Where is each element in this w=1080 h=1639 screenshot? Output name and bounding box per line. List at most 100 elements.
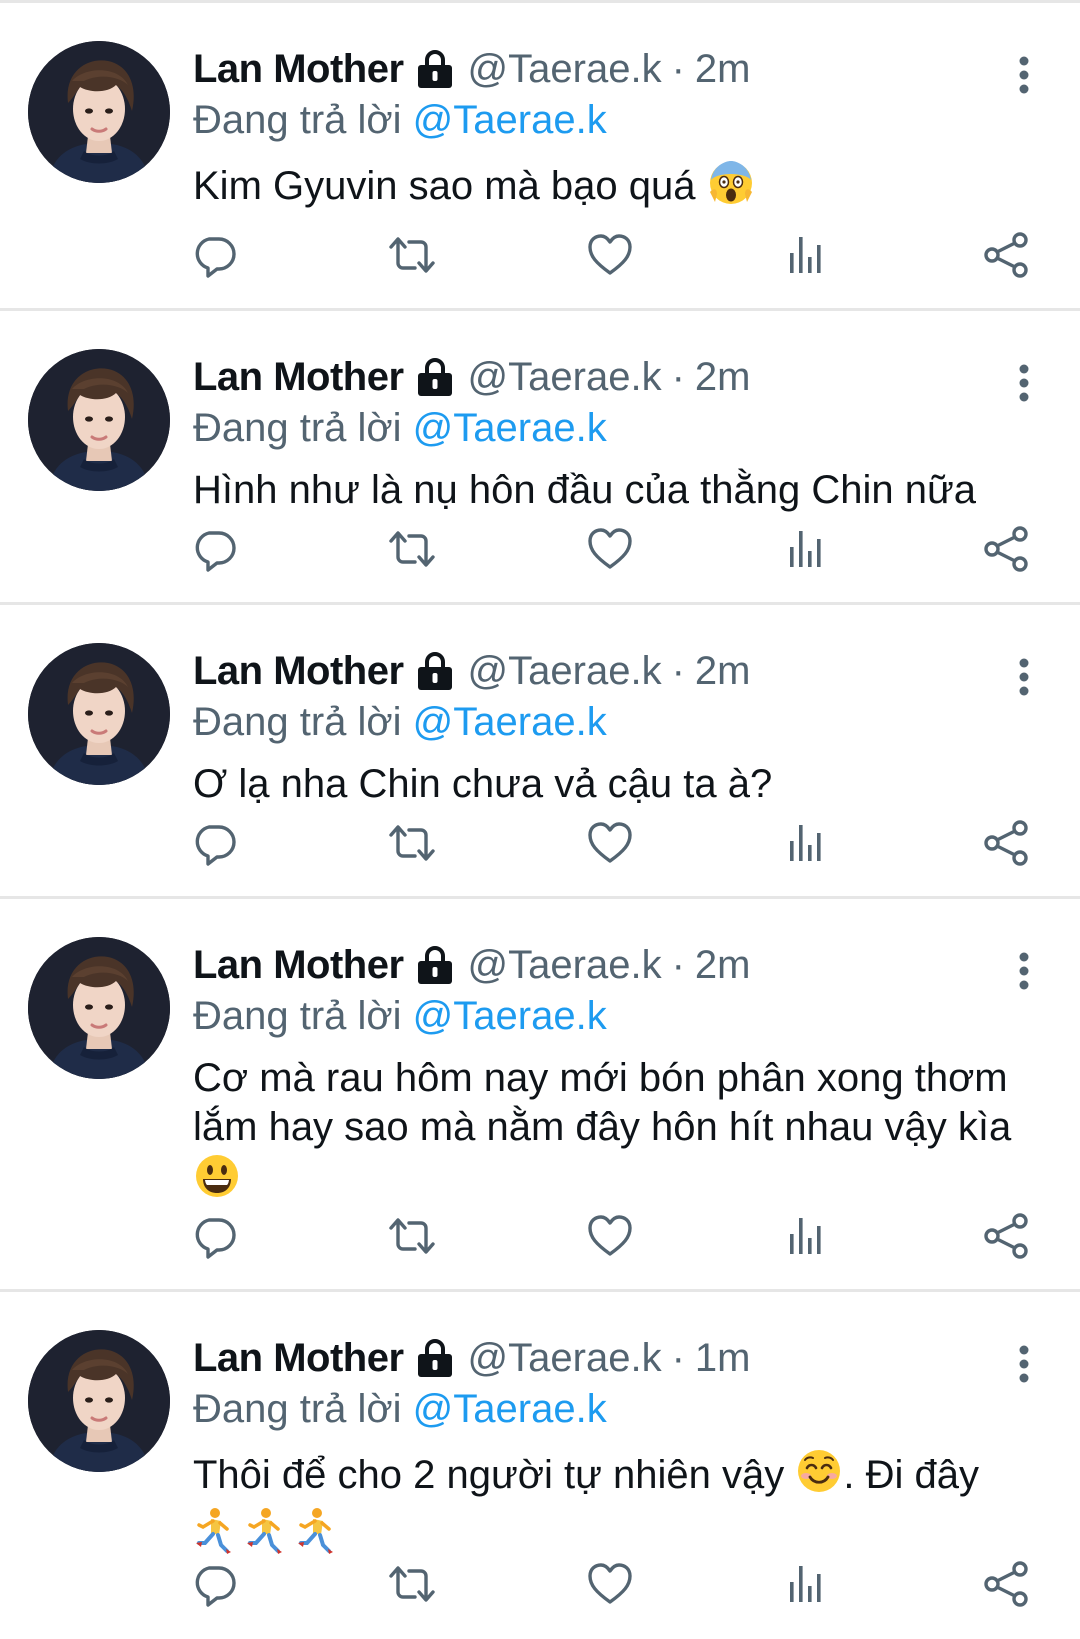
reply-icon[interactable] xyxy=(190,525,238,573)
person-running-emoji xyxy=(193,1507,233,1567)
tweet[interactable]: Lan Mother @Taerae.k · 2m Đang trả lời @… xyxy=(0,899,1080,1292)
tweet-actions xyxy=(190,525,1030,573)
tweet-text-content: Ơ lạ nha Chin chưa vả cậu ta à? xyxy=(193,762,773,806)
user-handle[interactable]: @Taerae.k xyxy=(468,939,662,991)
avatar[interactable] xyxy=(28,41,170,183)
retweet-icon[interactable] xyxy=(388,525,436,573)
retweet-icon[interactable] xyxy=(388,231,436,279)
heart-icon[interactable] xyxy=(586,1212,634,1260)
tweet-body: Lan Mother @Taerae.k · 2m Đang trả lời @… xyxy=(193,351,1020,515)
tweet-text-after: . Đi đây xyxy=(843,1453,979,1497)
more-vertical-icon[interactable] xyxy=(1018,1344,1030,1384)
tweet-header: Lan Mother @Taerae.k · 2m xyxy=(193,645,1020,697)
reply-mention-link[interactable]: @Taerae.k xyxy=(413,994,607,1038)
share-icon[interactable] xyxy=(982,819,1030,867)
avatar[interactable] xyxy=(28,643,170,785)
more-vertical-icon[interactable] xyxy=(1018,363,1030,403)
tweet-actions xyxy=(190,1212,1030,1260)
tweet-actions xyxy=(190,231,1030,279)
display-name[interactable]: Lan Mother xyxy=(193,645,404,697)
analytics-icon[interactable] xyxy=(784,231,832,279)
tweet-body: Lan Mother @Taerae.k · 2m Đang trả lời @… xyxy=(193,43,1020,218)
retweet-icon[interactable] xyxy=(388,1560,436,1608)
tweet[interactable]: Lan Mother @Taerae.k · 2m Đang trả lời @… xyxy=(0,311,1080,605)
tweet-text: Cơ mà rau hôm nay mới bón phân xong thơm… xyxy=(193,1054,1053,1212)
lock-icon xyxy=(416,945,454,985)
tweet-header: Lan Mother @Taerae.k · 2m xyxy=(193,351,1020,403)
timestamp[interactable]: 2m xyxy=(695,351,751,403)
reply-icon[interactable] xyxy=(190,1560,238,1608)
reply-prefix: Đang trả lời xyxy=(193,406,402,450)
tweet-text: Thôi để cho 2 người tự nhiên vậy . Đi đâ… xyxy=(193,1447,1053,1567)
analytics-icon[interactable] xyxy=(784,1212,832,1260)
replying-to: Đang trả lời @Taerae.k xyxy=(193,403,1020,453)
tweet-text: Ơ lạ nha Chin chưa vả cậu ta à? xyxy=(193,760,1053,809)
tweet-text-before: Thôi để cho 2 người tự nhiên vậy xyxy=(193,1453,785,1497)
tweet-body: Lan Mother @Taerae.k · 1m Đang trả lời @… xyxy=(193,1332,1020,1567)
share-icon[interactable] xyxy=(982,231,1030,279)
separator: · xyxy=(671,649,685,693)
tweet-text-content: Kim Gyuvin sao mà bạo quá xyxy=(193,164,696,208)
display-name[interactable]: Lan Mother xyxy=(193,43,404,95)
replying-to: Đang trả lời @Taerae.k xyxy=(193,95,1020,145)
heart-icon[interactable] xyxy=(586,525,634,573)
tweet-body: Lan Mother @Taerae.k · 2m Đang trả lời @… xyxy=(193,645,1020,809)
retweet-icon[interactable] xyxy=(388,1212,436,1260)
person-running-emoji xyxy=(295,1507,335,1567)
avatar[interactable] xyxy=(28,937,170,1079)
tweet-text: Hình như là nụ hôn đầu của thằng Chin nữ… xyxy=(193,466,1053,515)
share-icon[interactable] xyxy=(982,1560,1030,1608)
reply-prefix: Đang trả lời xyxy=(193,98,402,142)
tweet-header: Lan Mother @Taerae.k · 2m xyxy=(193,939,1020,991)
reply-prefix: Đang trả lời xyxy=(193,1387,402,1431)
lock-icon xyxy=(416,49,454,89)
timestamp[interactable]: 1m xyxy=(695,1332,751,1384)
tweet[interactable]: Lan Mother @Taerae.k · 2m Đang trả lời @… xyxy=(0,605,1080,899)
heart-icon[interactable] xyxy=(586,231,634,279)
reply-icon[interactable] xyxy=(190,1212,238,1260)
timeline: Lan Mother @Taerae.k · 2m Đang trả lời @… xyxy=(0,0,1080,1639)
reply-mention-link[interactable]: @Taerae.k xyxy=(413,700,607,744)
heart-icon[interactable] xyxy=(586,1560,634,1608)
more-vertical-icon[interactable] xyxy=(1018,951,1030,991)
reply-mention-link[interactable]: @Taerae.k xyxy=(413,1387,607,1431)
lock-icon xyxy=(416,651,454,691)
reply-mention-link[interactable]: @Taerae.k xyxy=(413,98,607,142)
more-vertical-icon[interactable] xyxy=(1018,55,1030,95)
grinning-face-emoji xyxy=(193,1152,241,1212)
timestamp[interactable]: 2m xyxy=(695,939,751,991)
heart-icon[interactable] xyxy=(586,819,634,867)
reply-mention-link[interactable]: @Taerae.k xyxy=(413,406,607,450)
user-handle[interactable]: @Taerae.k xyxy=(468,645,662,697)
avatar[interactable] xyxy=(28,1330,170,1472)
analytics-icon[interactable] xyxy=(784,819,832,867)
user-handle[interactable]: @Taerae.k xyxy=(468,43,662,95)
separator: · xyxy=(671,943,685,987)
tweet-actions xyxy=(190,819,1030,867)
retweet-icon[interactable] xyxy=(388,819,436,867)
share-icon[interactable] xyxy=(982,525,1030,573)
analytics-icon[interactable] xyxy=(784,1560,832,1608)
timestamp[interactable]: 2m xyxy=(695,43,751,95)
tweet-text-content: Cơ mà rau hôm nay mới bón phân xong thơm… xyxy=(193,1056,1012,1149)
lock-icon xyxy=(416,1338,454,1378)
reply-icon[interactable] xyxy=(190,231,238,279)
tweet[interactable]: Lan Mother @Taerae.k · 2m Đang trả lời @… xyxy=(0,3,1080,311)
lock-icon xyxy=(416,357,454,397)
more-vertical-icon[interactable] xyxy=(1018,657,1030,697)
share-icon[interactable] xyxy=(982,1212,1030,1260)
display-name[interactable]: Lan Mother xyxy=(193,351,404,403)
display-name[interactable]: Lan Mother xyxy=(193,1332,404,1384)
tweet-actions xyxy=(190,1560,1030,1608)
separator: · xyxy=(671,47,685,91)
display-name[interactable]: Lan Mother xyxy=(193,939,404,991)
timestamp[interactable]: 2m xyxy=(695,645,751,697)
user-handle[interactable]: @Taerae.k xyxy=(468,1332,662,1384)
user-handle[interactable]: @Taerae.k xyxy=(468,351,662,403)
analytics-icon[interactable] xyxy=(784,525,832,573)
reply-icon[interactable] xyxy=(190,819,238,867)
avatar[interactable] xyxy=(28,349,170,491)
tweet-header: Lan Mother @Taerae.k · 2m xyxy=(193,43,1020,95)
tweet[interactable]: Lan Mother @Taerae.k · 1m Đang trả lời @… xyxy=(0,1292,1080,1639)
reply-prefix: Đang trả lời xyxy=(193,994,402,1038)
